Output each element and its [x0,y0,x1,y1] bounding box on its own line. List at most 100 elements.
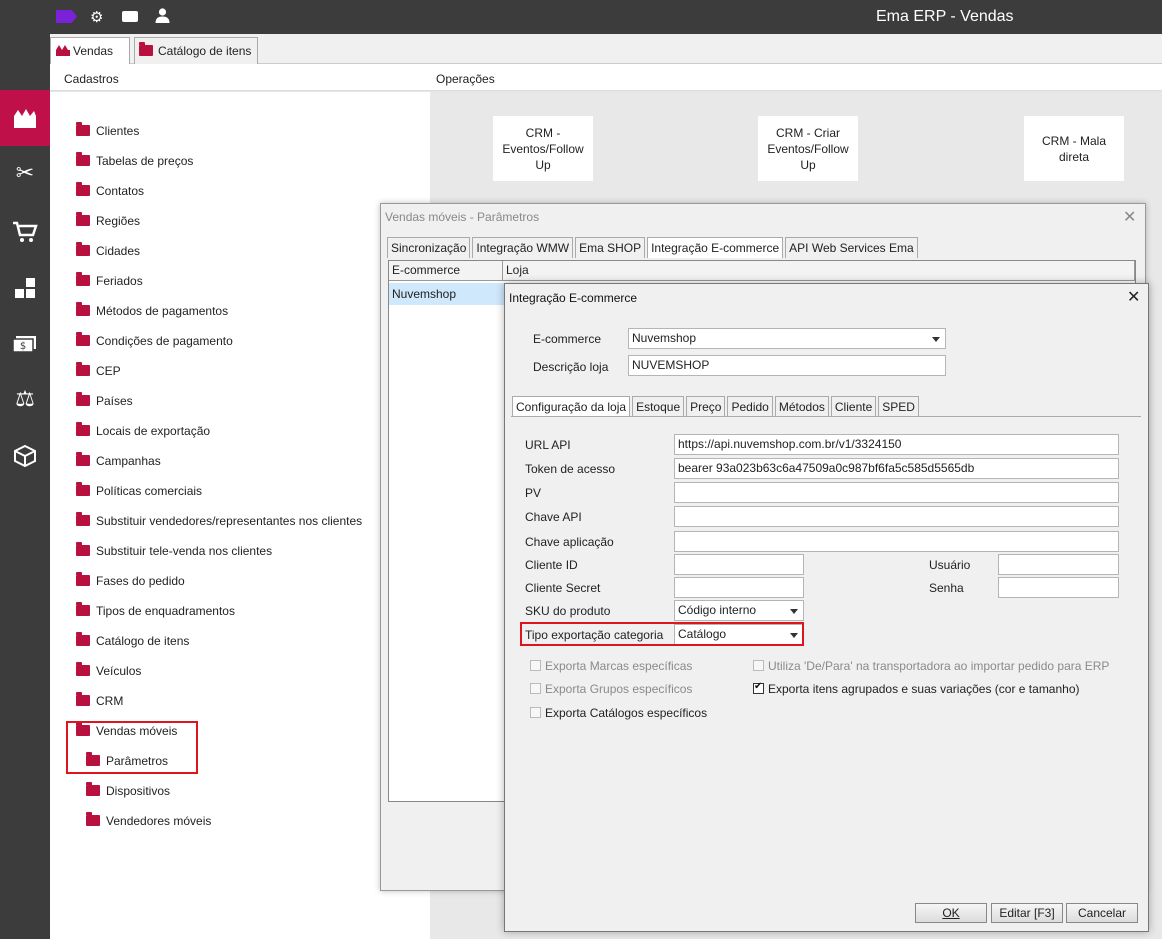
cliente-id-label: Cliente ID [525,558,578,572]
folder-icon [76,122,90,136]
list-item-politicas-comerciais[interactable]: Políticas comerciais [76,482,203,498]
token-label: Token de acesso [525,462,616,476]
sku-label: SKU do produto [525,604,611,618]
dialog-title: Integração E-commerce [509,291,638,305]
list-item-clientes[interactable]: Clientes [76,122,139,138]
sku-select[interactable]: Código interno [674,600,804,621]
tab-preco[interactable]: Preço [686,396,726,417]
ecommerce-select[interactable]: Nuvemshop [628,328,946,349]
list-item-label: Catálogo de itens [96,634,190,648]
folder-icon [76,212,90,226]
descricao-label: Descrição loja [533,360,609,374]
list-item-regioes[interactable]: Regiões [76,212,141,228]
tab-api-web-services[interactable]: API Web Services Ema [785,237,918,258]
finance-icon[interactable]: $ [0,316,50,372]
folder-icon [76,422,90,436]
token-field[interactable]: bearer 93a023b63c6a47509a0c987bf6fa5c585… [674,458,1119,479]
list-item-dispositivos[interactable]: Dispositivos [86,782,170,798]
tab-configuracao-loja[interactable]: Configuração da loja [512,396,631,417]
list-item-tabelas-precos[interactable]: Tabelas de preços [76,152,193,168]
list-item-fases-pedido[interactable]: Fases do pedido [76,572,185,588]
list-item-feriados[interactable]: Feriados [76,272,143,288]
cliente-secret-field[interactable] [674,577,804,598]
list-item-label: CEP [96,364,121,378]
inventory-icon[interactable] [0,260,50,316]
list-item-campanhas[interactable]: Campanhas [76,452,161,468]
tab-integracao-wmw[interactable]: Integração WMW [472,237,574,258]
tab-ema-shop[interactable]: Ema SHOP [575,237,646,258]
list-item-substituir-vendedores[interactable]: Substituir vendedores/representantes nos… [76,512,362,528]
op-card-crm-eventos[interactable]: CRM - Eventos/Follow Up [493,116,593,181]
exporta-marcas-checkbox[interactable]: Exporta Marcas específicas [530,659,692,673]
list-item-crm[interactable]: CRM [76,692,123,708]
list-item-paises[interactable]: Países [76,392,133,408]
chevron-down-icon [932,337,940,342]
ok-button[interactable]: OK [915,903,987,923]
list-item-tipos-enquadramentos[interactable]: Tipos de enquadramentos [76,602,235,618]
tab-sincronizacao[interactable]: Sincronização [387,237,471,258]
checkbox-label: Exporta Grupos específicos [545,682,693,696]
editar-button[interactable]: Editar [F3] [991,903,1063,923]
pv-field[interactable] [674,482,1119,503]
tab-estoque[interactable]: Estoque [632,396,685,417]
scale-icon[interactable]: ⚖ [0,372,50,428]
usuario-field[interactable] [998,554,1119,575]
list-item-label: Locais de exportação [96,424,211,438]
op-card-crm-criar-eventos[interactable]: CRM - Criar Eventos/Follow Up [758,116,858,181]
list-item-locais-exportacao[interactable]: Locais de exportação [76,422,211,438]
list-item-metodos-pagamentos[interactable]: Métodos de pagamentos [76,302,228,318]
tab-vendas[interactable]: Vendas [50,37,130,64]
app-title: Ema ERP - Vendas [876,8,1014,25]
list-item-substituir-tele-venda[interactable]: Substituir tele-venda nos clientes [76,542,272,558]
checkbox-label: Exporta itens agrupados e suas variações… [768,682,1080,696]
tab-metodos[interactable]: Métodos [774,396,829,417]
list-item-label: Políticas comerciais [96,484,203,498]
table-row[interactable]: Nuvemshop [389,283,509,305]
close-icon[interactable]: ✕ [1123,207,1136,226]
cancelar-button[interactable]: Cancelar [1066,903,1138,923]
cart-icon[interactable] [0,204,50,260]
tab-integracao-ecommerce[interactable]: Integração E-commerce [647,237,784,258]
user-icon[interactable] [154,7,171,27]
list-item-cep[interactable]: CEP [76,362,121,378]
url-api-field[interactable]: https://api.nuvemshop.com.br/v1/3324150 [674,434,1119,455]
gear-icon[interactable]: ⚙ [90,9,103,25]
ecommerce-label: E-commerce [533,332,602,346]
cliente-id-field[interactable] [674,554,804,575]
chave-api-field[interactable] [674,506,1119,527]
exporta-itens-agrupados-checkbox[interactable]: Exporta itens agrupados e suas variações… [753,681,1080,696]
chave-aplicacao-field[interactable] [674,531,1119,552]
cadastros-header: Cadastros [64,72,119,86]
list-item-veiculos[interactable]: Veículos [76,662,141,678]
tag-icon[interactable] [56,10,77,23]
list-item-vendedores-moveis[interactable]: Vendedores móveis [86,812,211,828]
list-item-condicoes-pagamento[interactable]: Condições de pagamento [76,332,233,348]
operacoes-header: Operações [436,72,495,86]
descricao-field[interactable]: NUVEMSHOP [628,355,946,376]
tab-cliente[interactable]: Cliente [830,396,877,417]
list-item-catalogo-itens[interactable]: Catálogo de itens [76,632,190,648]
folder-plus-icon[interactable] [76,692,90,706]
exporta-catalogos-checkbox[interactable]: Exporta Catálogos específicos [530,706,707,720]
folder-icon [76,512,90,526]
tab-catalogo[interactable]: Catálogo de itens [134,37,258,64]
tools-icon[interactable]: ✂ [0,146,50,202]
folder-icon [76,662,90,676]
utiliza-depara-checkbox[interactable]: Utiliza 'De/Para' na transportadora ao i… [753,659,1109,673]
column-header-ecommerce[interactable]: E-commerce [389,261,503,281]
tab-sped[interactable]: SPED [878,396,919,417]
tab-vendas-label: Vendas [73,44,114,58]
list-item-label: Regiões [96,214,141,228]
tab-pedido[interactable]: Pedido [727,396,773,417]
folder-icon [76,182,90,196]
list-item-contatos[interactable]: Contatos [76,182,144,198]
senha-field[interactable] [998,577,1119,598]
column-header-loja[interactable]: Loja [503,261,1135,281]
close-icon[interactable]: ✕ [1127,287,1140,306]
sales-icon[interactable] [0,90,50,146]
chat-icon[interactable] [122,11,138,22]
exporta-grupos-checkbox[interactable]: Exporta Grupos específicos [530,682,692,696]
box-icon[interactable] [0,428,50,484]
list-item-cidades[interactable]: Cidades [76,242,140,258]
op-card-crm-mala-direta[interactable]: CRM - Mala direta [1024,116,1124,181]
